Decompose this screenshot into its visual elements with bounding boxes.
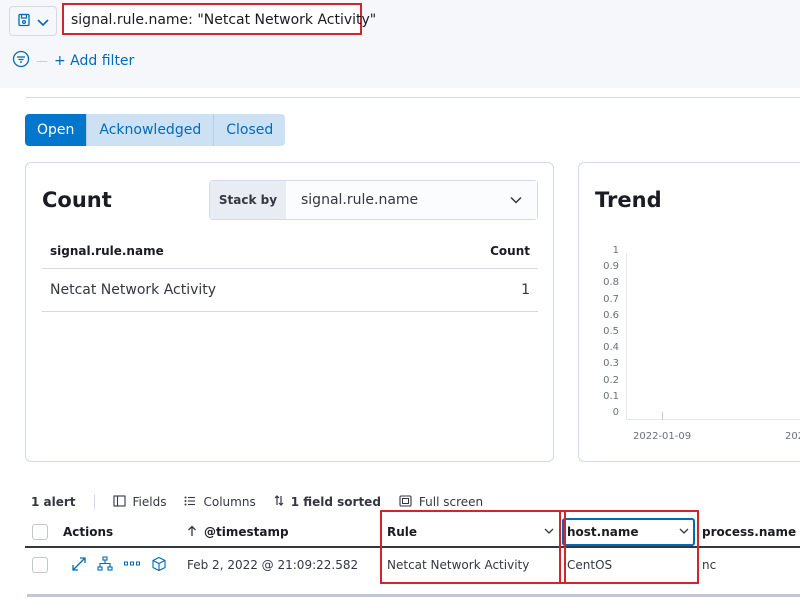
timestamp-header-label: @timestamp (204, 525, 289, 539)
status-tabs: Open Acknowledged Closed (25, 114, 286, 146)
save-icon (17, 12, 31, 31)
alerts-toolbar: 1 alert Fields Columns 1 field sorted Fu… (31, 494, 501, 510)
trend-panel-title: Trend (595, 188, 662, 212)
rule-name-cell: Netcat Network Activity (50, 282, 217, 298)
fullscreen-label: Full screen (418, 495, 484, 509)
column-header-timestamp[interactable]: @timestamp (187, 516, 289, 548)
host-column-highlight (559, 510, 699, 584)
trend-y-tick-label: 0.9 (603, 261, 619, 273)
row-actions (71, 550, 167, 580)
sort-label: 1 field sorted (290, 495, 381, 509)
timestamp-cell: Feb 2, 2022 @ 21:09:22.582 (187, 558, 359, 572)
rule-column-highlight (380, 510, 566, 584)
divider (26, 97, 800, 98)
stack-by-select[interactable]: Stack by signal.rule.name (209, 180, 538, 220)
tab-closed[interactable]: Closed (213, 114, 286, 146)
sort-button[interactable]: 1 field sorted (274, 494, 381, 510)
trend-axis-line-vertical (626, 253, 627, 419)
trend-y-tick-label: 0 (612, 407, 619, 418)
stack-by-value-text: signal.rule.name (301, 192, 419, 208)
fullscreen-icon (399, 494, 412, 510)
more-actions-icon[interactable] (123, 556, 141, 575)
checkbox[interactable] (32, 557, 48, 573)
checkbox[interactable] (32, 524, 48, 540)
fullscreen-button[interactable]: Full screen (399, 494, 484, 510)
columns-icon (184, 495, 196, 510)
column-header-process-name[interactable]: process.name (702, 516, 796, 548)
expand-icon[interactable] (71, 556, 87, 575)
process-name-cell[interactable]: nc (702, 550, 716, 580)
trend-panel: Trend 1 0.9 0.8 0.7 0.6 0.5 0.4 0.3 0.2 0.1 0 2022… (578, 162, 800, 462)
trend-x-tick-mark (662, 412, 663, 420)
fields-button[interactable]: Fields (112, 494, 167, 510)
trend-y-tick-label: 0.1 (603, 390, 619, 402)
filter-separator: — (36, 54, 48, 68)
trend-y-tick-label: 0.5 (603, 326, 619, 337)
cube-icon[interactable] (151, 556, 167, 575)
trend-y-tick-label: 1 (612, 245, 619, 256)
fields-label: Fields (132, 495, 167, 509)
trend-x-tick-label: 202 (785, 431, 800, 442)
count-cell: 1 (521, 282, 530, 298)
column-header-actions: Actions (63, 525, 114, 539)
trend-y-tick-label: 0.2 (603, 374, 619, 386)
filter-row: — + Add filter (12, 50, 134, 72)
columns-button[interactable]: Columns (184, 495, 256, 510)
table-row: Netcat Network Activity 1 (42, 269, 538, 312)
arrow-up-icon (187, 525, 197, 540)
query-input[interactable]: signal.rule.name: "Netcat Network Activi… (62, 3, 376, 35)
sort-icon (274, 494, 284, 510)
select-all-checkbox[interactable] (32, 516, 48, 548)
count-table-header: signal.rule.name Count (42, 233, 538, 269)
count-panel: Count Stack by signal.rule.name signal.r… (25, 162, 554, 462)
column-header-rule-name[interactable]: signal.rule.name (50, 244, 164, 258)
alert-count: 1 alert (31, 495, 76, 509)
filter-icon[interactable] (12, 50, 30, 72)
chevron-down-icon (37, 12, 49, 31)
column-header-count[interactable]: Count (490, 244, 530, 258)
query-bar: signal.rule.name: "Netcat Network Activi… (0, 0, 800, 88)
count-panel-title: Count (42, 188, 112, 212)
trend-y-tick-label: 0.7 (603, 293, 619, 305)
list-icon (112, 494, 126, 510)
trend-y-tick-label: 0.6 (603, 309, 619, 321)
tab-acknowledged[interactable]: Acknowledged (86, 114, 214, 146)
trend-axis-line-horizontal (626, 419, 800, 420)
analyze-event-icon[interactable] (97, 555, 113, 575)
toolbar-separator (93, 495, 95, 509)
trend-y-tick-label: 0.3 (603, 358, 619, 370)
trend-y-tick-label: 0.8 (603, 277, 619, 289)
chevron-down-icon (509, 194, 523, 210)
row-checkbox-cell[interactable] (32, 550, 48, 580)
trend-y-tick-label: 0.4 (603, 342, 619, 354)
trend-x-tick-label: 2022-01-09 (633, 431, 692, 442)
stack-by-value[interactable]: signal.rule.name (286, 181, 537, 219)
add-filter-button[interactable]: + Add filter (54, 53, 134, 69)
horizontal-scrollbar[interactable] (27, 594, 800, 597)
columns-label: Columns (203, 495, 256, 509)
tab-open[interactable]: Open (25, 114, 87, 146)
stack-by-label: Stack by (210, 181, 286, 219)
saved-query-button[interactable] (9, 6, 57, 36)
count-table: signal.rule.name Count Netcat Network Ac… (42, 233, 538, 312)
